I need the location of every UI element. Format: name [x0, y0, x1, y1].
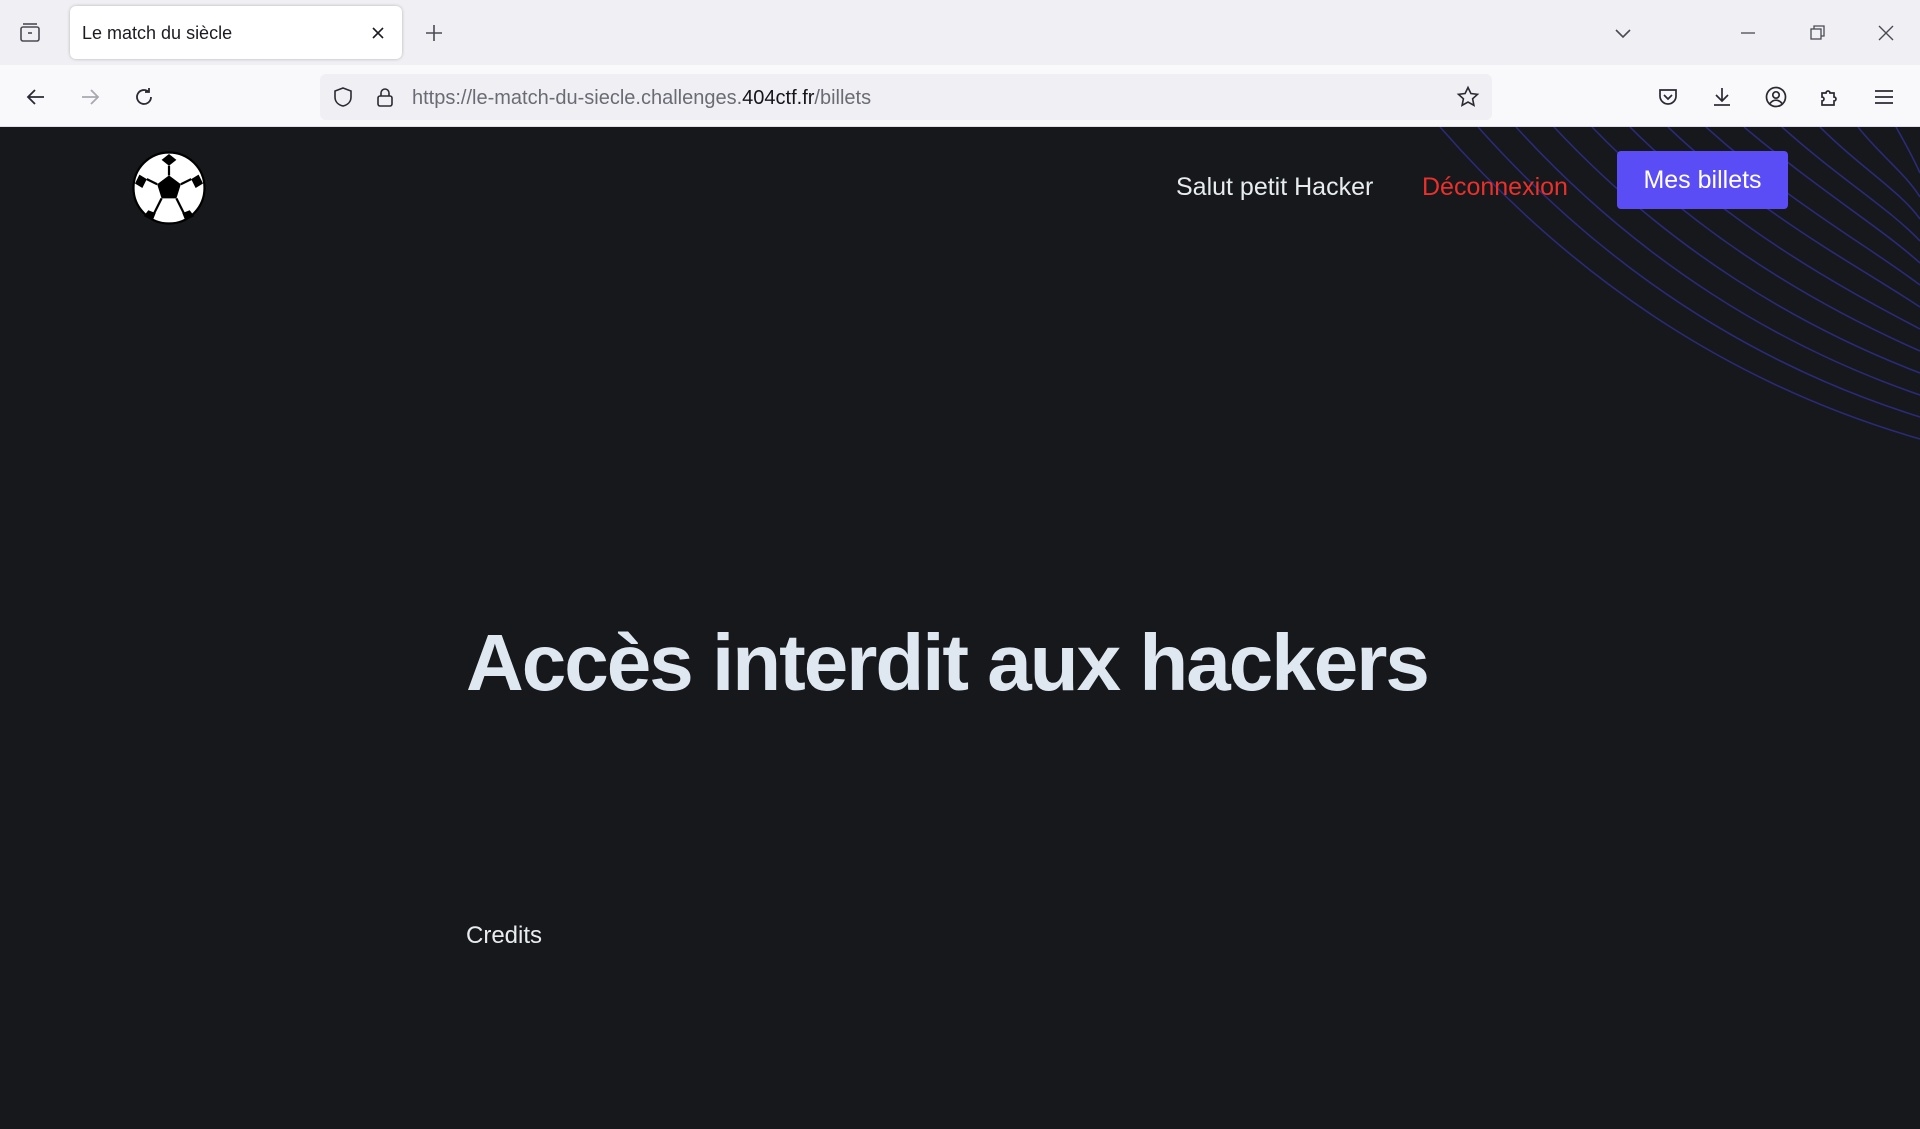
- tab-title: Le match du siècle: [82, 23, 233, 43]
- site-security-button[interactable]: [371, 83, 399, 111]
- forward-arrow-icon: [82, 89, 100, 105]
- bookmark-button[interactable]: [1454, 83, 1482, 111]
- back-arrow-icon: [26, 89, 44, 105]
- puzzle-icon: [1821, 90, 1837, 106]
- close-icon: [1878, 25, 1894, 41]
- star-icon: [1456, 85, 1480, 107]
- my-tickets-button[interactable]: Mes billets: [1617, 151, 1788, 209]
- download-icon: [1714, 88, 1730, 106]
- list-all-tabs-button[interactable]: [1603, 14, 1643, 52]
- restore-icon: [1810, 25, 1825, 40]
- pocket-icon: [1659, 89, 1677, 105]
- plus-icon: [426, 25, 442, 41]
- tracking-protection-button[interactable]: [329, 83, 357, 111]
- pocket-button[interactable]: [1648, 77, 1688, 117]
- url-prefix: https://le-match-du-siecle.challenges.: [412, 87, 743, 109]
- browser-navigation-bar: https://le-match-du-siecle.challenges.40…: [0, 65, 1920, 127]
- app-menu-button[interactable]: [1864, 77, 1904, 117]
- close-window-button[interactable]: [1866, 14, 1906, 52]
- reload-button[interactable]: [124, 77, 164, 117]
- shield-icon: [334, 87, 352, 107]
- extensions-button[interactable]: [1810, 77, 1850, 117]
- downloads-button[interactable]: [1702, 77, 1742, 117]
- close-icon: [372, 27, 384, 39]
- soccer-ball-icon[interactable]: [132, 151, 206, 225]
- reload-icon: [136, 88, 152, 105]
- url-text[interactable]: https://le-match-du-siecle.challenges.40…: [412, 87, 871, 110]
- logout-link[interactable]: Déconnexion: [1422, 173, 1568, 202]
- url-host: 404ctf.fr: [742, 87, 815, 109]
- new-tab-button[interactable]: [418, 17, 450, 49]
- page-title: Accès interdit aux hackers: [466, 618, 1430, 707]
- tab-list-icon: [20, 23, 40, 42]
- address-bar[interactable]: https://le-match-du-siecle.challenges.40…: [320, 74, 1492, 120]
- browser-tab-bar: Le match du siècle: [0, 0, 1920, 65]
- user-greeting: Salut petit Hacker: [1176, 173, 1374, 201]
- account-icon: [1765, 86, 1787, 108]
- back-button[interactable]: [16, 77, 56, 117]
- minimize-button[interactable]: [1728, 14, 1768, 52]
- web-page: Salut petit Hacker Déconnexion Mes bille…: [0, 127, 1920, 1129]
- url-path: /billets: [814, 87, 872, 109]
- tab-list-button[interactable]: [12, 17, 48, 49]
- account-button[interactable]: [1756, 77, 1796, 117]
- chevron-down-icon: [1615, 29, 1631, 39]
- lock-icon: [377, 88, 393, 107]
- restore-button[interactable]: [1797, 14, 1837, 52]
- forward-button[interactable]: [70, 77, 110, 117]
- tab-close-button[interactable]: [364, 19, 392, 47]
- credits-link[interactable]: Credits: [466, 922, 542, 950]
- browser-tab-active[interactable]: Le match du siècle: [70, 6, 402, 59]
- minimize-icon: [1741, 32, 1755, 34]
- hamburger-menu-icon: [1875, 90, 1893, 104]
